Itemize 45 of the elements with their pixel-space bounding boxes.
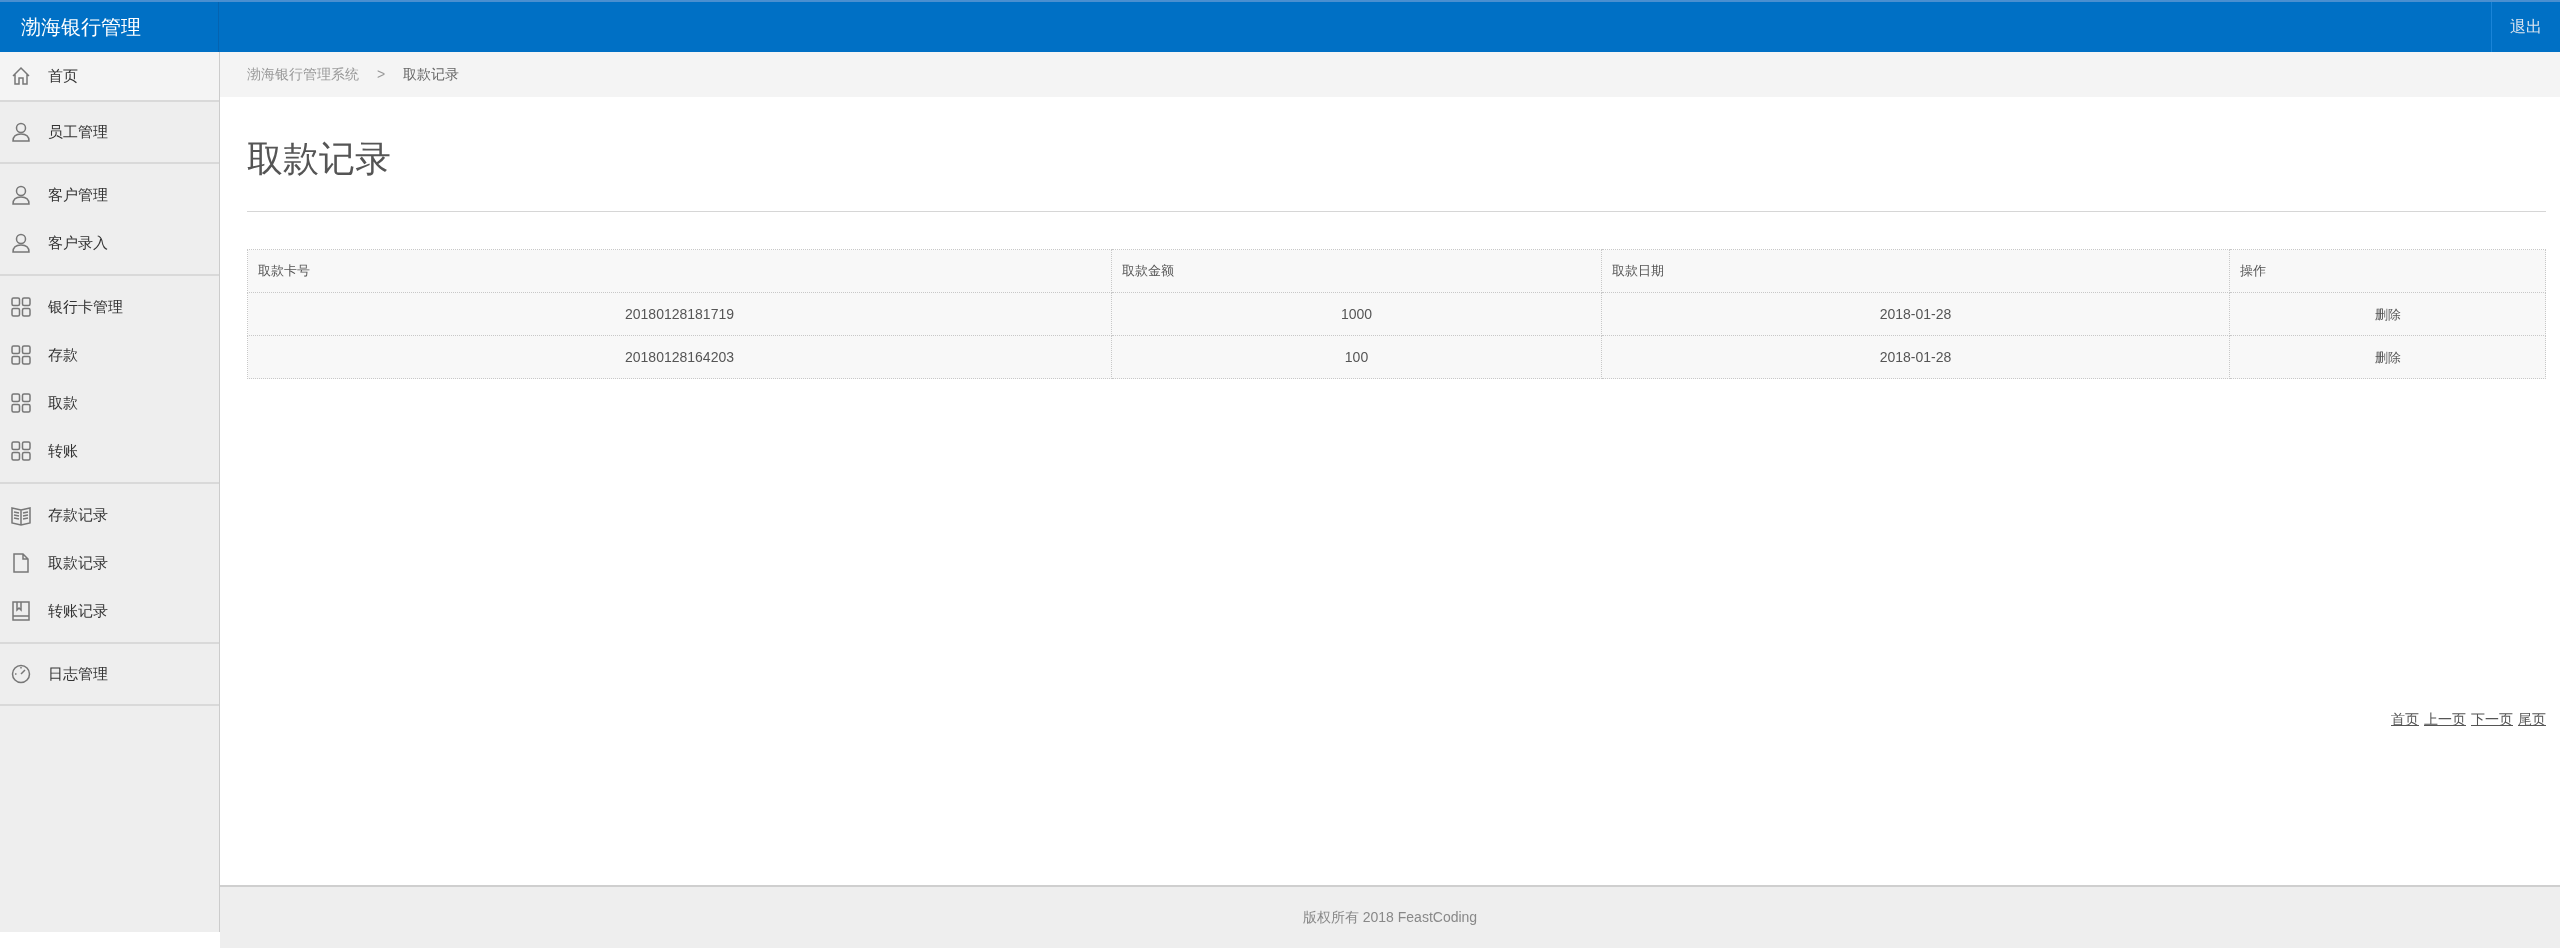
table-cell: 1000 (1340, 305, 1373, 322)
column-header: 取款日期 (1601, 249, 2230, 293)
gauge-icon (10, 663, 32, 685)
table-cell: 2018-01-28 (1879, 305, 1952, 322)
column-header: 取款金额 (1111, 249, 1602, 293)
copyright-text: 版权所有 2018 FeastCoding (1302, 908, 1478, 927)
user-icon (10, 184, 32, 206)
pagination-link[interactable]: 首页 (2391, 709, 2419, 730)
pagination-link[interactable]: 下一页 (2471, 709, 2513, 730)
home-icon (10, 65, 32, 87)
table-cell: 20180128164203 (625, 348, 734, 365)
user-icon (10, 232, 32, 254)
pagination-link[interactable]: 上一页 (2424, 709, 2466, 730)
table-cell: 20180128181719 (625, 305, 734, 322)
breadcrumb-separator: > (377, 65, 386, 84)
app-title: 渤海银行管理 (21, 15, 141, 40)
sidebar-item[interactable]: 日志管理 (0, 650, 219, 698)
book-icon (10, 600, 32, 622)
sidebar-item[interactable]: 客户管理 (0, 171, 219, 219)
sidebar-item[interactable]: 首页 (0, 52, 219, 100)
sidebar-item[interactable]: 取款 (0, 379, 219, 427)
user-icon (10, 121, 32, 143)
book-icon (10, 504, 32, 526)
sidebar-item[interactable]: 转账记录 (0, 587, 219, 635)
grid-icon (10, 296, 32, 318)
sidebar-item[interactable]: 存款 (0, 331, 219, 379)
sidebar-item[interactable]: 银行卡管理 (0, 283, 219, 331)
table-cell: 2018-01-28 (1879, 348, 1952, 365)
page-title: 取款记录 (247, 137, 392, 181)
sidebar-item[interactable]: 客户录入 (0, 219, 219, 267)
sidebar-item[interactable]: 存款记录 (0, 491, 219, 539)
pagination-link[interactable]: 尾页 (2518, 709, 2546, 730)
delete-link[interactable]: 删除 (2374, 306, 2401, 322)
table-cell: 100 (1344, 348, 1369, 365)
sidebar-item[interactable]: 取款记录 (0, 539, 219, 587)
grid-icon (10, 440, 32, 462)
delete-link[interactable]: 删除 (2374, 349, 2401, 365)
column-header: 取款卡号 (247, 249, 1112, 293)
grid-icon (10, 392, 32, 414)
sidebar-item[interactable]: 员工管理 (0, 108, 219, 156)
breadcrumb-current: 取款记录 (403, 65, 460, 84)
document-icon (10, 552, 32, 574)
grid-icon (10, 344, 32, 366)
sidebar-item[interactable]: 转账 (0, 427, 219, 475)
column-header: 操作 (2229, 249, 2546, 293)
